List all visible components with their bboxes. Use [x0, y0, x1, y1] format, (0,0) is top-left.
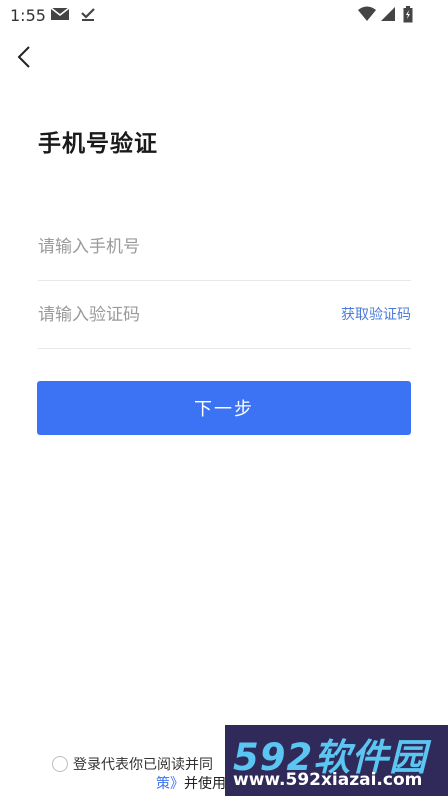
- back-button[interactable]: [14, 44, 36, 70]
- agreement-text: 登录代表你已阅读并同: [73, 757, 213, 773]
- status-bar: 1:55: [0, 0, 448, 30]
- phone-field-row: [38, 214, 411, 281]
- mail-icon: [50, 6, 70, 26]
- privacy-policy-link[interactable]: 策》: [156, 776, 184, 792]
- chevron-left-icon: [14, 46, 36, 74]
- phone-input[interactable]: [38, 214, 318, 280]
- watermark-url: www.592xiazai.com: [233, 770, 423, 790]
- code-field-row: 获取验证码: [38, 282, 411, 349]
- page-title: 手机号验证: [38, 131, 158, 157]
- agreement-checkbox[interactable]: [52, 756, 68, 772]
- verification-code-input[interactable]: [38, 282, 318, 348]
- download-done-icon: [80, 6, 96, 26]
- agreement-line-2: 策》并使用: [156, 773, 226, 793]
- watermark-logo: 592软件园 www.592xiazai.com: [225, 725, 448, 796]
- wifi-icon: [358, 6, 376, 26]
- status-time: 1:55: [10, 6, 46, 25]
- get-code-button[interactable]: 获取验证码: [341, 282, 411, 348]
- signal-icon: [380, 6, 396, 26]
- agreement-text-2: 并使用: [184, 776, 226, 792]
- battery-icon: [403, 6, 413, 27]
- next-step-button[interactable]: 下一步: [37, 381, 411, 435]
